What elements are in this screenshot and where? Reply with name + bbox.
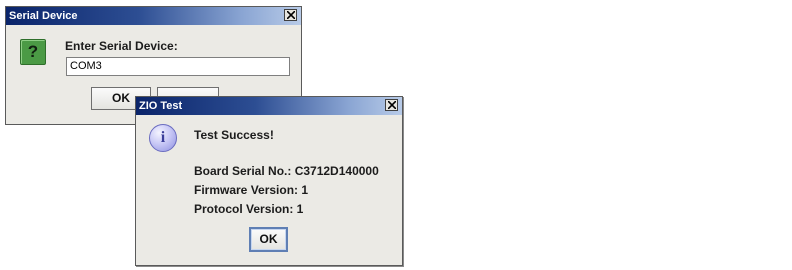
serial-device-titlebar[interactable]: Serial Device: [6, 7, 301, 25]
info-icon: i: [149, 124, 177, 152]
question-mark: ?: [27, 42, 39, 61]
close-icon: [287, 11, 295, 19]
zio-test-title: ZIO Test: [139, 100, 183, 112]
serial-device-prompt: Enter Serial Device:: [65, 39, 178, 53]
protocol-version-text: Protocol Version: 1: [194, 202, 304, 216]
firmware-version-text: Firmware Version: 1: [194, 183, 309, 197]
serial-device-input[interactable]: COM3: [66, 57, 290, 76]
serial-device-title: Serial Device: [9, 10, 78, 22]
close-button[interactable]: [385, 99, 398, 111]
close-icon: [388, 101, 396, 109]
zio-test-titlebar[interactable]: ZIO Test: [136, 97, 402, 115]
close-button[interactable]: [284, 9, 297, 21]
info-letter: i: [160, 129, 166, 146]
question-icon: ?: [20, 39, 46, 65]
test-status-heading: Test Success!: [194, 128, 274, 142]
board-serial-text: Board Serial No.: C3712D140000: [194, 164, 379, 178]
zio-test-dialog: ZIO Test i Test Success! Board Serial No…: [135, 96, 403, 266]
zio-ok-button[interactable]: OK: [249, 227, 288, 252]
